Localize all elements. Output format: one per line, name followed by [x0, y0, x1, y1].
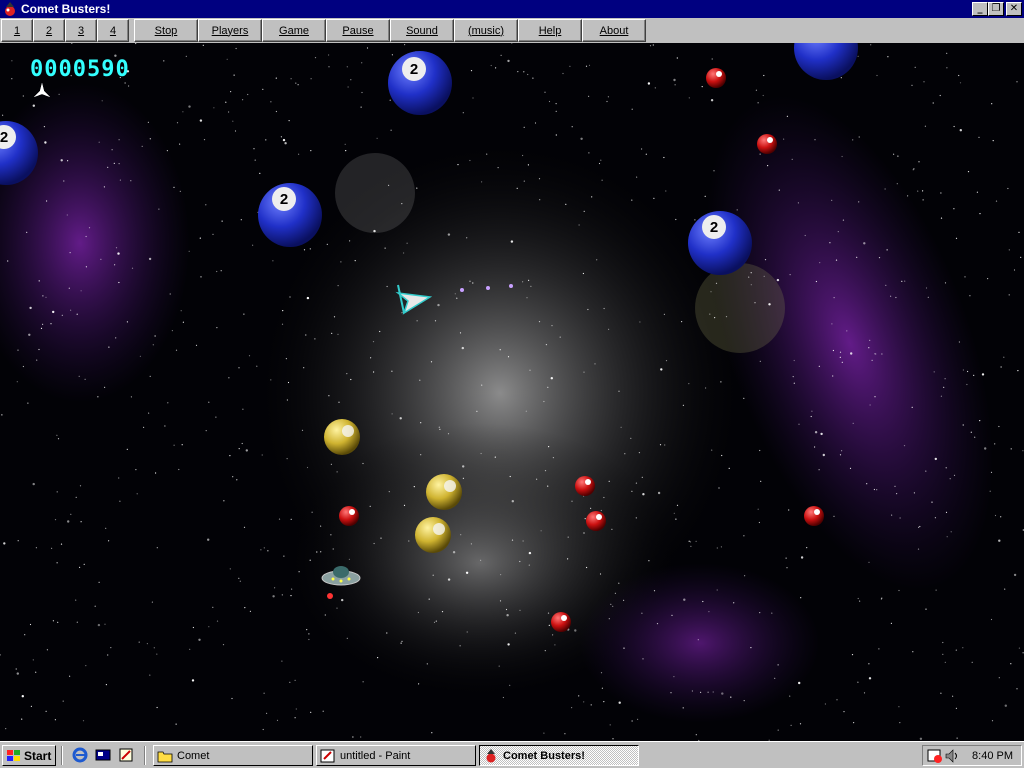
- small-asteroid: [706, 68, 726, 88]
- small-asteroid: [757, 134, 777, 154]
- medium-asteroid: [426, 474, 462, 510]
- game-viewport[interactable]: 0000590 2 2 2 2: [0, 43, 1024, 741]
- channels-icon[interactable]: [118, 747, 134, 763]
- close-button[interactable]: ✕: [1006, 2, 1022, 16]
- sound-button[interactable]: Sound: [390, 19, 454, 42]
- svg-text:2: 2: [0, 129, 8, 146]
- task-label: Comet: [177, 749, 210, 762]
- game-objects: 2 2 2 2: [0, 43, 858, 632]
- player-4-button[interactable]: 4: [97, 19, 129, 42]
- task-paint[interactable]: untitled - Paint: [316, 745, 476, 766]
- enemy-ufo: [321, 566, 361, 586]
- folder-icon: [157, 749, 173, 763]
- large-asteroid: 2: [688, 211, 752, 275]
- small-asteroid: [339, 506, 359, 526]
- volume-icon[interactable]: [945, 748, 959, 764]
- large-asteroid: 2: [388, 51, 452, 115]
- game-button[interactable]: Game: [262, 19, 326, 42]
- windows-flag-icon: [6, 749, 22, 763]
- player-ship: [395, 284, 433, 315]
- help-button[interactable]: Help: [518, 19, 582, 42]
- show-desktop-icon[interactable]: [95, 747, 111, 763]
- internet-explorer-icon[interactable]: [72, 747, 88, 763]
- task-comet-busters[interactable]: Comet Busters!: [479, 745, 639, 766]
- scheduler-icon[interactable]: [927, 748, 943, 764]
- taskbar: Start Comet untitled - Paint Comet Buste…: [0, 741, 1024, 768]
- player-3-button[interactable]: 3: [65, 19, 97, 42]
- comet-busters-icon: [483, 748, 499, 763]
- stop-button[interactable]: Stop: [134, 19, 198, 42]
- window-title: Comet Busters!: [21, 2, 111, 16]
- task-label: untitled - Paint: [340, 749, 411, 762]
- system-tray: 8:40 PM: [922, 745, 1022, 766]
- player-2-button[interactable]: 2: [33, 19, 65, 42]
- restore-button[interactable]: ❐: [988, 2, 1004, 16]
- small-asteroid: [551, 612, 571, 632]
- about-button[interactable]: About: [582, 19, 646, 42]
- start-label: Start: [24, 748, 52, 763]
- minimize-button[interactable]: _: [972, 2, 988, 16]
- paint-icon: [320, 749, 336, 763]
- medium-asteroid: [415, 517, 451, 553]
- enemy-bullet: [327, 593, 333, 599]
- taskbar-separator: [144, 746, 146, 765]
- large-asteroid: 2: [258, 183, 322, 247]
- large-asteroid: [794, 43, 858, 80]
- game-toolbar: 1 2 3 4 Stop Players Game Pause Sound (m…: [0, 18, 1024, 43]
- pause-button[interactable]: Pause: [326, 19, 390, 42]
- small-asteroid: [586, 511, 606, 531]
- bullet: [509, 284, 513, 288]
- player-1-button[interactable]: 1: [1, 19, 33, 42]
- title-bar[interactable]: Comet Busters! _ ❐ ✕: [0, 0, 1024, 18]
- small-asteroid: [804, 506, 824, 526]
- taskbar-separator: [61, 746, 63, 765]
- task-comet-folder[interactable]: Comet: [153, 745, 313, 766]
- start-button[interactable]: Start: [2, 745, 56, 766]
- bullet: [460, 288, 464, 292]
- svg-text:2: 2: [410, 61, 418, 78]
- bullet: [486, 286, 490, 290]
- players-button[interactable]: Players: [198, 19, 262, 42]
- svg-text:2: 2: [710, 219, 718, 236]
- comet-busters-app-icon[interactable]: [2, 1, 18, 17]
- small-asteroid: [575, 476, 595, 496]
- large-asteroid: 2: [0, 121, 38, 185]
- task-label: Comet Busters!: [503, 749, 585, 762]
- clock: 8:40 PM: [972, 750, 1013, 762]
- medium-asteroid: [324, 419, 360, 455]
- svg-text:2: 2: [280, 191, 288, 208]
- music-button[interactable]: (music): [454, 19, 518, 42]
